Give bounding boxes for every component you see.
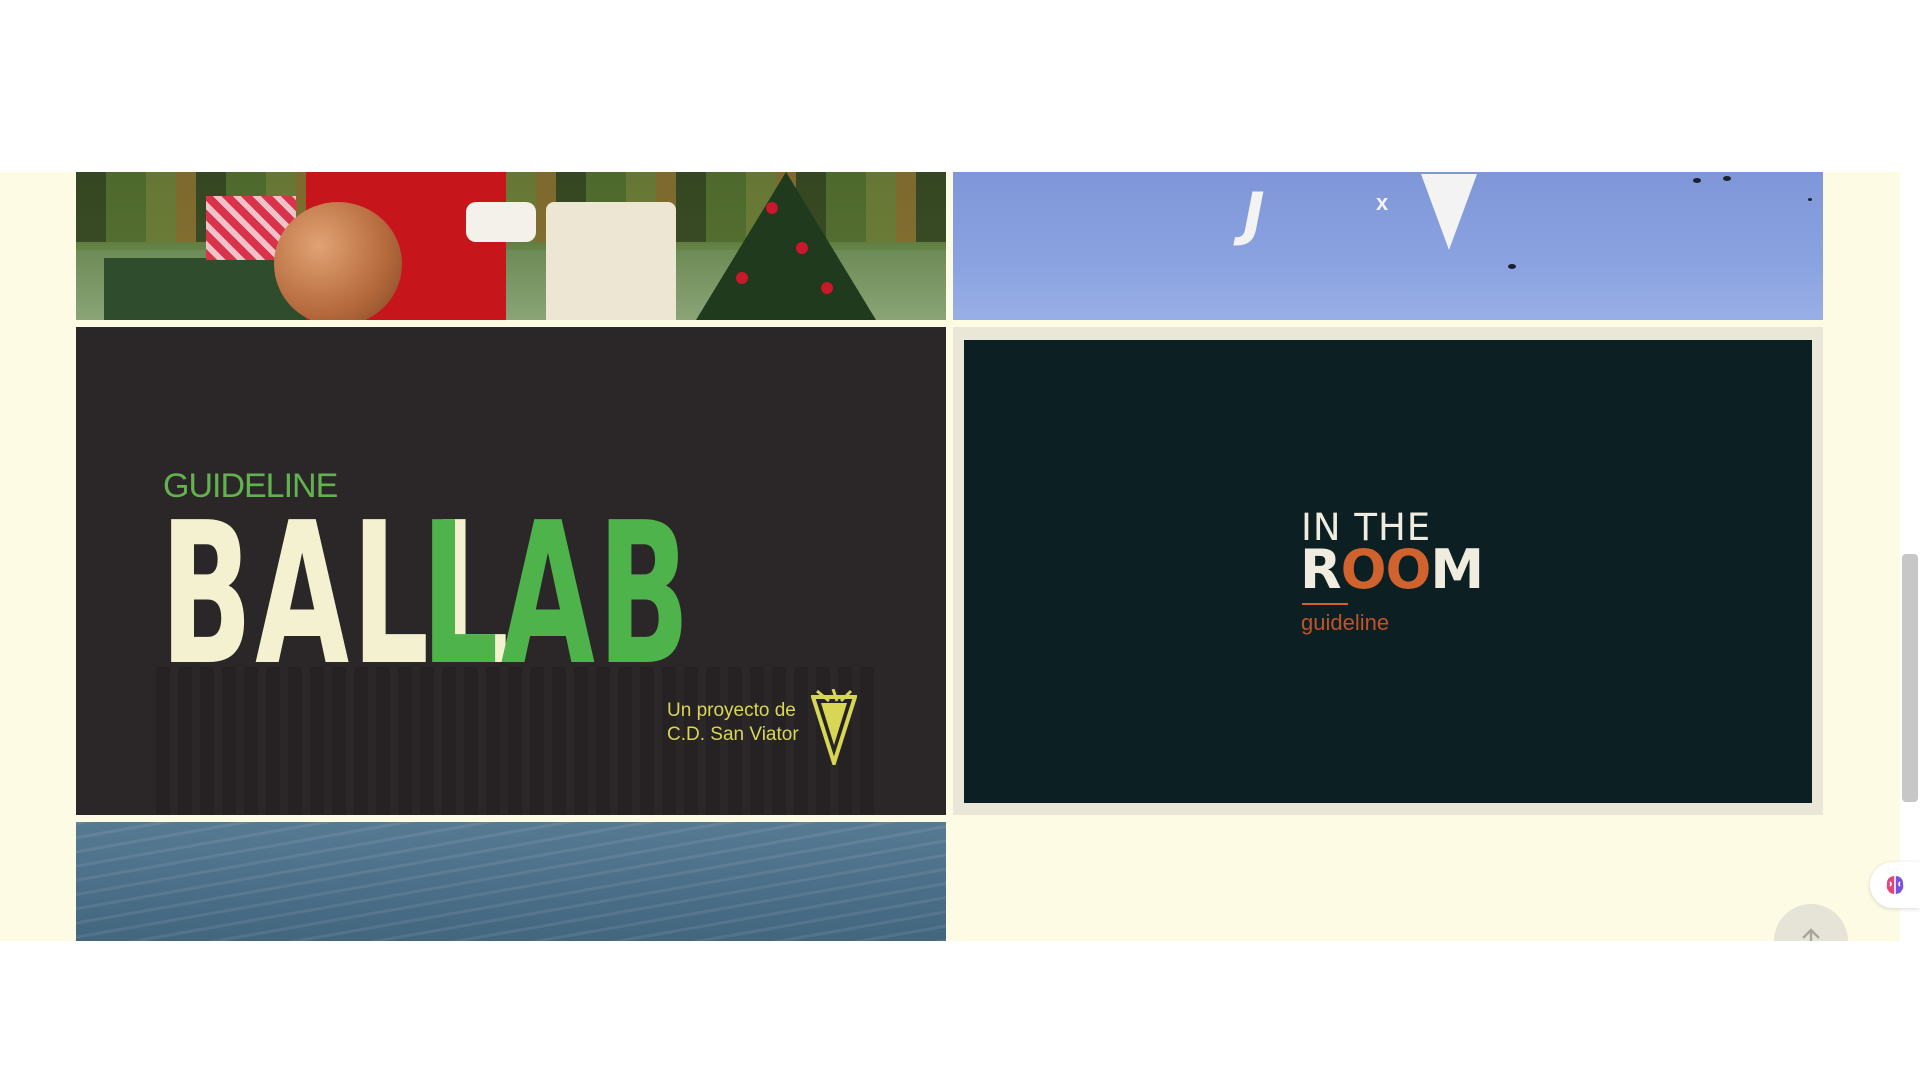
ball-lab-credit: Un proyecto de C.D. San Viator <box>667 699 799 747</box>
christmas-tree <box>696 172 876 320</box>
bird <box>1723 176 1731 181</box>
joma-logo: J <box>1243 180 1265 248</box>
brain-icon <box>1886 876 1904 894</box>
ball-lab-title-lab: LAB <box>421 481 693 709</box>
gallery-tile-sea[interactable] <box>76 822 946 941</box>
ornament <box>736 272 748 284</box>
gallery-tile-in-the-room[interactable]: IN THE ROOM guideline <box>953 327 1823 815</box>
bird <box>1808 198 1812 201</box>
collab-separator: x <box>1376 190 1389 215</box>
scrollbar-thumb[interactable] <box>1902 554 1918 802</box>
santa-sleeve-fur <box>466 202 536 242</box>
back-to-top-button[interactable] <box>1774 904 1848 941</box>
room-letters-oo: OO <box>1340 538 1432 601</box>
arrow-up-icon <box>1802 928 1820 941</box>
assistant-widget-button[interactable] <box>1870 862 1920 908</box>
san-viator-crest-icon <box>811 689 857 765</box>
gallery-tile-joma-collab[interactable]: J x <box>953 172 1823 320</box>
ball-lab-credit-line1: Un proyecto de <box>667 700 796 721</box>
gallery-tile-ball-lab[interactable]: GUIDELINE BALL LAB Un proyecto de C.D. S… <box>76 327 946 815</box>
room-letter-m: M <box>1430 538 1484 601</box>
sea-waves <box>76 822 946 941</box>
gallery-tile-christmas-video[interactable] <box>76 172 946 320</box>
in-the-room-subtitle: guideline <box>1301 610 1390 635</box>
ornament <box>796 242 808 254</box>
ornament <box>821 282 833 294</box>
ornament <box>766 202 778 214</box>
bird <box>1693 178 1701 183</box>
chair <box>546 202 676 320</box>
club-crest-icon <box>1421 174 1477 250</box>
basketball <box>274 202 402 320</box>
bird <box>1508 264 1516 269</box>
in-the-room-heading-room: ROOM <box>1300 538 1484 601</box>
ball-lab-credit-line2: C.D. San Viator <box>667 724 799 745</box>
room-letter-r: R <box>1300 538 1342 601</box>
in-the-room-panel: IN THE ROOM guideline <box>964 340 1812 803</box>
in-the-room-divider <box>1302 603 1348 605</box>
portfolio-gallery: J x GUIDELINE BALL LAB Un proyecto de C.… <box>0 172 1920 941</box>
